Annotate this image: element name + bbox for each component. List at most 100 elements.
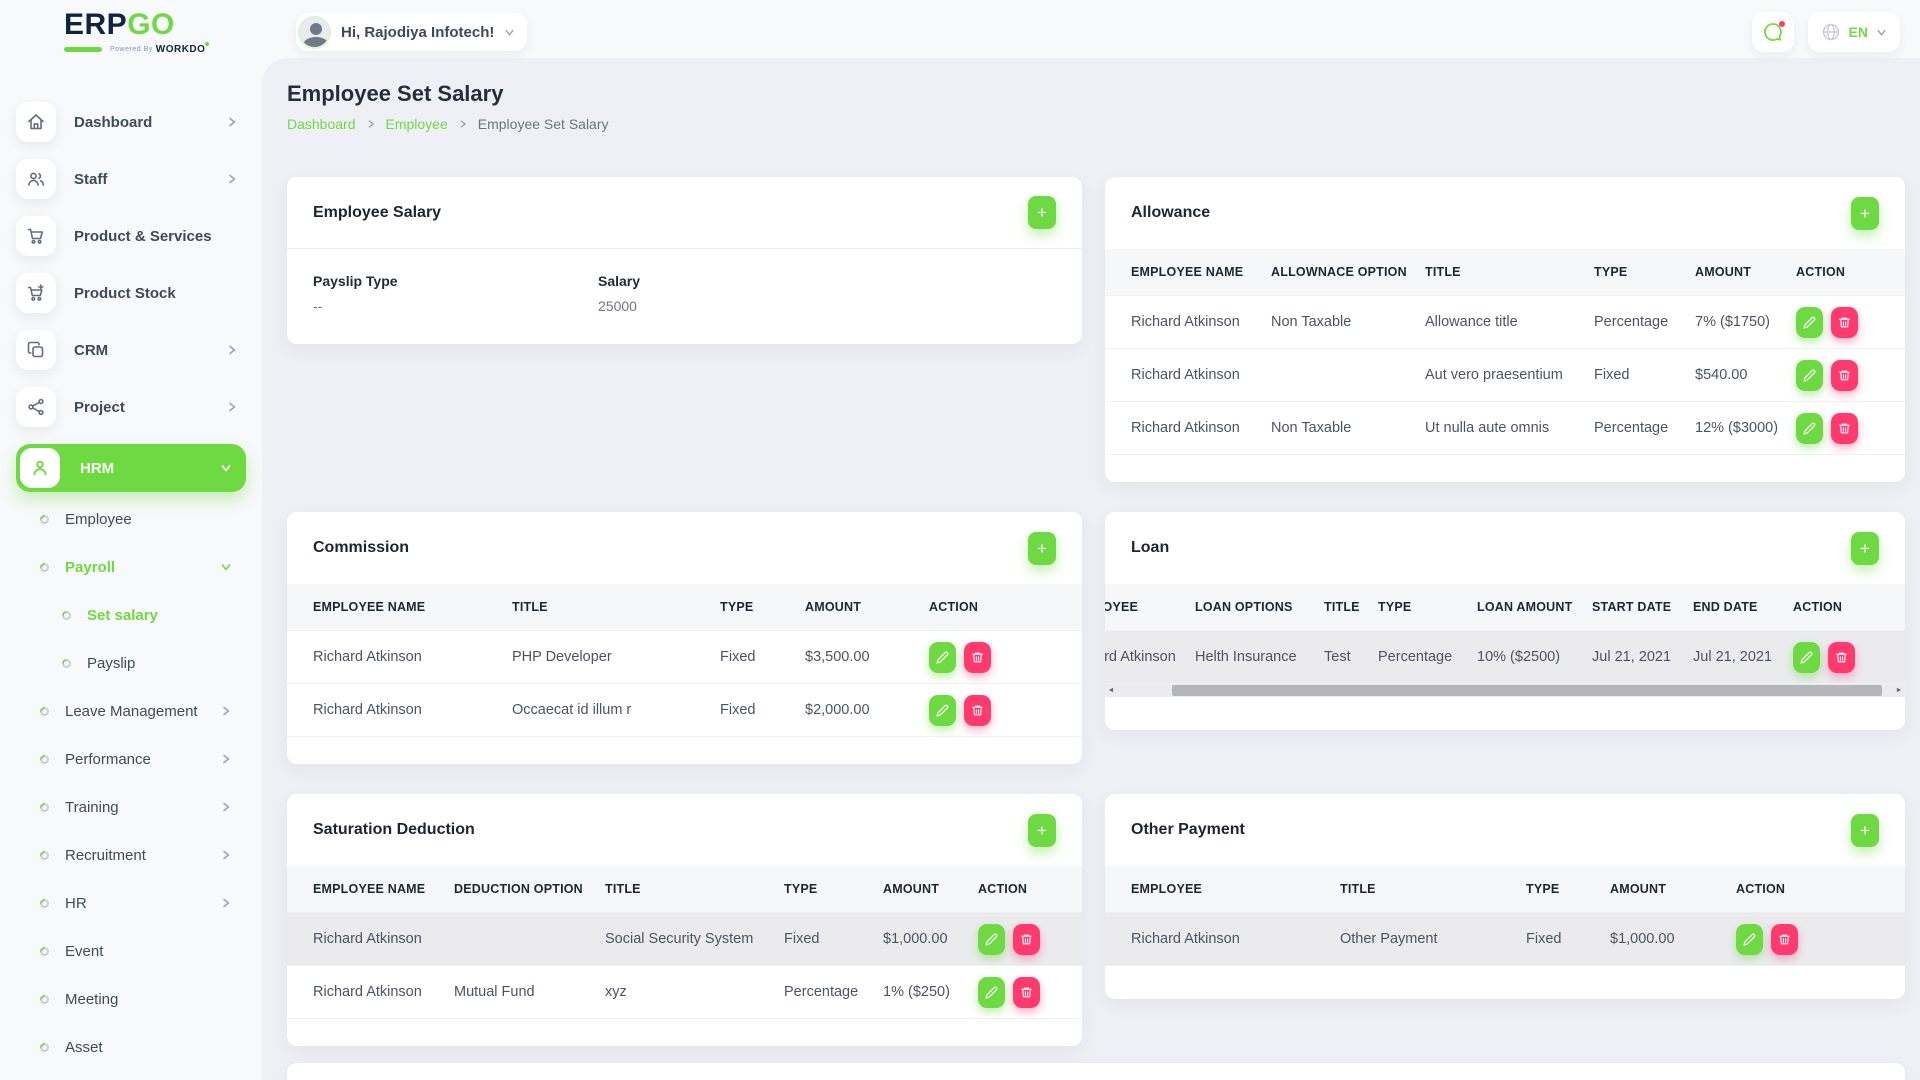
column-header: END DATE — [1693, 600, 1793, 614]
cart-icon — [16, 216, 56, 256]
sidebar-subitem-asset[interactable]: Asset — [40, 1032, 246, 1062]
table-cell: Percentage — [784, 984, 883, 1000]
pencil-icon — [1803, 369, 1816, 382]
sidebar-subitem-performance[interactable]: Performance — [40, 744, 246, 774]
delete-button[interactable] — [964, 642, 991, 673]
sidebar-subitem-payroll[interactable]: Payroll — [40, 552, 246, 582]
breadcrumb-dashboard-link[interactable]: Dashboard — [287, 116, 356, 132]
column-header: LOAN OPTIONS — [1195, 600, 1324, 614]
table-cell: Test — [1324, 649, 1378, 665]
add-saturation-deduction-button[interactable]: + — [1028, 814, 1056, 847]
table-cell: Richard Atkinson — [313, 931, 454, 947]
sidebar-subitem-recruitment[interactable]: Recruitment — [40, 840, 246, 870]
saturation-deduction-card: Saturation Deduction + EMPLOYEE NAME DED… — [287, 794, 1082, 1046]
table-header-row: EMPLOYEE LOAN OPTIONS TITLE TYPE LOAN AM… — [1105, 584, 1905, 631]
salary-value: 25000 — [598, 298, 1056, 314]
column-header: TITLE — [605, 882, 784, 896]
add-other-payment-button[interactable]: + — [1851, 814, 1879, 847]
delete-button[interactable] — [1771, 924, 1798, 955]
edit-button[interactable] — [978, 977, 1005, 1008]
sidebar-item-hrm[interactable]: HRM — [16, 444, 246, 492]
messenger-button[interactable] — [1752, 12, 1794, 52]
edit-button[interactable] — [978, 924, 1005, 955]
sidebar-item-project[interactable]: Project — [16, 387, 252, 427]
notification-dot — [1779, 21, 1785, 27]
edit-button[interactable] — [929, 642, 956, 673]
column-header: TYPE — [1594, 265, 1695, 279]
table-cell: 1% ($250) — [883, 984, 978, 1000]
add-employee-salary-button[interactable]: + — [1028, 196, 1056, 229]
sidebar-subitem-leave-management[interactable]: Leave Management — [40, 696, 246, 726]
table-cell: Fixed — [720, 702, 805, 718]
table-cell: Fixed — [784, 931, 883, 947]
delete-button[interactable] — [964, 695, 991, 726]
bullet-icon — [38, 513, 51, 526]
table-cell: $1,000.00 — [1610, 931, 1736, 947]
add-allowance-button[interactable]: + — [1851, 197, 1879, 230]
sidebar-subitem-payslip[interactable]: Payslip — [62, 648, 246, 678]
logo-erp-text: ERP — [64, 8, 127, 41]
delete-button[interactable] — [1831, 307, 1858, 338]
scrollbar-thumb[interactable] — [1172, 685, 1882, 696]
table-cell: Richard Atkinson — [1131, 314, 1271, 330]
topbar: Hi, Rajodiya Infotech! EN — [296, 12, 1900, 52]
language-selector[interactable]: EN — [1808, 12, 1900, 52]
trash-icon — [971, 651, 984, 664]
sidebar-item-dashboard[interactable]: Dashboard — [16, 102, 252, 142]
user-dropdown[interactable]: Hi, Rajodiya Infotech! — [296, 13, 527, 51]
chevron-down-icon — [504, 27, 515, 38]
sidebar-subitem-hr[interactable]: HR — [40, 888, 246, 918]
column-header: EMPLOYEE — [1105, 600, 1195, 614]
sidebar-item-crm[interactable]: CRM — [16, 330, 252, 370]
breadcrumb-employee-link[interactable]: Employee — [386, 116, 448, 132]
edit-button[interactable] — [929, 695, 956, 726]
pencil-icon — [936, 704, 949, 717]
sidebar-subitem-employee[interactable]: Employee — [40, 504, 246, 534]
delete-button[interactable] — [1831, 360, 1858, 391]
sidebar-item-product-services[interactable]: Product & Services — [16, 216, 252, 256]
card-title: Allowance — [1131, 204, 1210, 222]
edit-button[interactable] — [1793, 642, 1820, 673]
table-cell: $1,000.00 — [883, 931, 978, 947]
users-icon — [16, 159, 56, 199]
table-cell: Allowance title — [1425, 314, 1594, 330]
logo[interactable]: ERPGO Powered By WORKDO — [64, 8, 214, 55]
sidebar-subitem-meeting[interactable]: Meeting — [40, 984, 246, 1014]
horizontal-scrollbar[interactable]: ◄ ► — [1105, 684, 1905, 697]
add-loan-button[interactable]: + — [1851, 532, 1879, 565]
scroll-left-icon[interactable]: ◄ — [1105, 684, 1117, 697]
pencil-icon — [1803, 422, 1816, 435]
allowance-card: Allowance + EMPLOYEE NAME ALLOWNACE OPTI… — [1105, 177, 1905, 482]
bullet-icon — [38, 897, 51, 910]
pencil-icon — [985, 986, 998, 999]
table-cell: Fixed — [720, 649, 805, 665]
delete-button[interactable] — [1013, 924, 1040, 955]
edit-button[interactable] — [1736, 924, 1763, 955]
column-header: EMPLOYEE NAME — [1131, 265, 1271, 279]
table-cell: Occaecat id illum r — [512, 702, 720, 718]
payslip-type-value: -- — [313, 298, 598, 314]
delete-button[interactable] — [1831, 413, 1858, 444]
scroll-right-icon[interactable]: ► — [1893, 684, 1905, 697]
column-header: EMPLOYEE NAME — [313, 600, 512, 614]
table-cell: Richard Atkinson — [313, 702, 512, 718]
sidebar-subitem-set-salary[interactable]: Set salary — [62, 600, 246, 630]
table-cell: PHP Developer — [512, 649, 720, 665]
commission-card: Commission + EMPLOYEE NAME TITLE TYPE AM… — [287, 512, 1082, 764]
add-commission-button[interactable]: + — [1028, 532, 1056, 565]
trash-icon — [1778, 933, 1791, 946]
delete-button[interactable] — [1828, 642, 1855, 673]
powered-by-label: Powered By — [110, 46, 153, 53]
edit-button[interactable] — [1796, 413, 1823, 444]
delete-button[interactable] — [1013, 977, 1040, 1008]
edit-button[interactable] — [1796, 307, 1823, 338]
sidebar-subitem-event[interactable]: Event — [40, 936, 246, 966]
trash-icon — [971, 704, 984, 717]
table-cell: xyz — [605, 984, 784, 1000]
loan-table-scroll-area[interactable]: EMPLOYEE LOAN OPTIONS TITLE TYPE LOAN AM… — [1105, 584, 1905, 684]
sidebar-subitem-training[interactable]: Training — [40, 792, 246, 822]
sidebar-item-product-stock[interactable]: Product Stock — [16, 273, 252, 313]
sidebar-item-staff[interactable]: Staff — [16, 159, 252, 199]
table-cell: $2,000.00 — [805, 702, 929, 718]
edit-button[interactable] — [1796, 360, 1823, 391]
